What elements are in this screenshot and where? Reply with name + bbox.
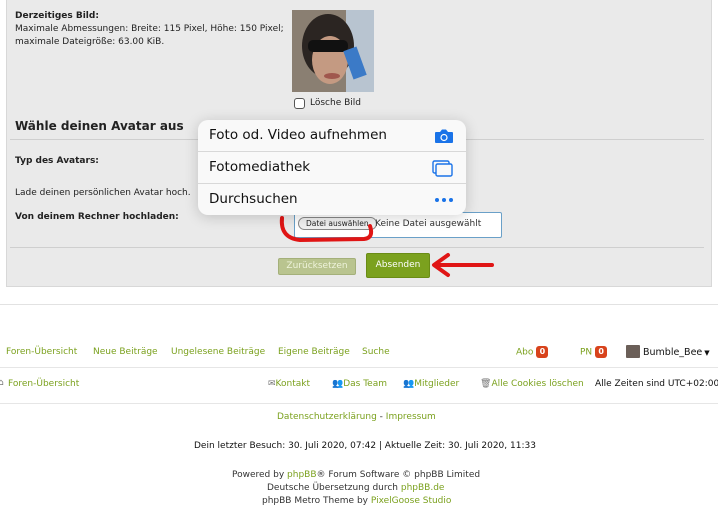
popup-item-browse[interactable]: Durchsuchen bbox=[198, 184, 466, 215]
nav-private-messages[interactable]: PN 0 bbox=[580, 346, 608, 358]
privacy-link[interactable]: Datenschutzerklärung bbox=[277, 412, 377, 422]
subnav-members[interactable]: 👥Mitglieder bbox=[403, 379, 459, 389]
nav-own-posts[interactable]: Eigene Beiträge bbox=[278, 347, 350, 357]
nav-forum-index[interactable]: Foren-Übersicht bbox=[6, 347, 77, 357]
file-input[interactable]: Datei auswählen Keine Datei ausgewählt bbox=[294, 212, 502, 238]
delete-cookies-label: Alle Cookies löschen bbox=[491, 379, 584, 389]
theme-line: phpBB Metro Theme by PixelGoose Studio bbox=[262, 496, 451, 506]
popup-item-label: Durchsuchen bbox=[209, 191, 298, 207]
username-label: Bumble_Bee bbox=[643, 347, 703, 358]
nav-unread-posts[interactable]: Ungelesene Beiträge bbox=[171, 347, 265, 357]
subnav-team[interactable]: 👥Das Team bbox=[332, 379, 387, 389]
imprint-link[interactable]: Impressum bbox=[386, 412, 436, 422]
camera-icon bbox=[435, 129, 453, 143]
timezone-text: Alle Zeiten sind UTC+02:00 bbox=[595, 379, 718, 389]
reset-button[interactable]: Zurücksetzen bbox=[278, 258, 356, 275]
pixelgoose-link[interactable]: PixelGoose Studio bbox=[371, 496, 452, 506]
translation-line: Deutsche Übersetzung durch phpBB.de bbox=[267, 483, 444, 493]
no-file-selected-text: Keine Datei ausgewählt bbox=[375, 219, 482, 229]
powered-by-line: Powered by phpBB® Forum Software © phpBB… bbox=[232, 470, 480, 480]
team-label: Das Team bbox=[343, 379, 388, 389]
footer-top-divider bbox=[0, 304, 718, 305]
subnav-delete-cookies[interactable]: 🗑Alle Cookies löschen bbox=[480, 379, 584, 389]
delete-image-label: Lösche Bild bbox=[310, 98, 361, 108]
avatar-type-label: Typ des Avatars: bbox=[15, 156, 99, 166]
photo-library-icon bbox=[432, 160, 453, 177]
home-icon: ⌂ bbox=[0, 378, 4, 388]
nav-new-posts[interactable]: Neue Beiträge bbox=[93, 347, 158, 357]
envelope-icon: ✉ bbox=[268, 379, 276, 389]
pm-label: PN bbox=[580, 347, 593, 358]
choose-avatar-heading: Wähle deinen Avatar aus bbox=[15, 119, 184, 133]
nav-search[interactable]: Suche bbox=[362, 347, 390, 357]
current-avatar-image bbox=[292, 10, 374, 92]
max-dimensions-text: Maximale Abmessungen: Breite: 115 Pixel,… bbox=[15, 24, 284, 34]
subscriptions-badge: 0 bbox=[536, 346, 549, 358]
legal-separator: - bbox=[376, 412, 386, 422]
nav-subscriptions[interactable]: Abo 0 bbox=[516, 346, 549, 358]
subnav-contact[interactable]: ✉Kontakt bbox=[268, 379, 310, 389]
team-icon: 👥 bbox=[332, 379, 344, 389]
phpbb-de-link[interactable]: phpBB.de bbox=[401, 483, 445, 493]
choose-file-button[interactable]: Datei auswählen bbox=[298, 217, 377, 230]
upload-from-computer-label: Von deinem Rechner hochladen: bbox=[15, 212, 179, 222]
caret-down-icon: ▼ bbox=[704, 349, 710, 357]
subnav-forum-index[interactable]: Foren-Übersicht bbox=[8, 379, 79, 389]
theme-prefix: phpBB Metro Theme by bbox=[262, 496, 371, 506]
visit-time-text: Dein letzter Besuch: 30. Juli 2020, 07:4… bbox=[194, 441, 536, 451]
user-avatar[interactable] bbox=[626, 345, 640, 358]
phpbb-link[interactable]: phpBB bbox=[287, 470, 316, 480]
popup-item-label: Foto od. Video aufnehmen bbox=[209, 127, 387, 143]
more-icon bbox=[435, 198, 453, 202]
max-filesize-text: maximale Dateigröße: 63.00 KiB. bbox=[15, 37, 165, 47]
subnav-divider bbox=[0, 403, 718, 404]
file-source-popup: Foto od. Video aufnehmen Fotomediathek D… bbox=[198, 120, 466, 215]
translation-prefix: Deutsche Übersetzung durch bbox=[267, 483, 401, 493]
subscriptions-label: Abo bbox=[516, 347, 534, 358]
upload-hint-text: Lade deinen persönlichen Avatar hoch. bbox=[15, 188, 191, 198]
legal-links: Datenschutzerklärung - Impressum bbox=[277, 412, 436, 422]
members-icon: 👥 bbox=[403, 379, 415, 389]
pm-badge: 0 bbox=[595, 346, 608, 358]
contact-label: Kontakt bbox=[275, 379, 310, 389]
members-label: Mitglieder bbox=[414, 379, 460, 389]
powered-by-prefix: Powered by bbox=[232, 470, 288, 480]
powered-by-suffix: ® Forum Software © phpBB Limited bbox=[316, 470, 481, 480]
username-menu[interactable]: Bumble_Bee ▼ bbox=[643, 347, 710, 358]
form-divider bbox=[10, 247, 704, 248]
popup-item-label: Fotomediathek bbox=[209, 159, 311, 175]
trash-icon: 🗑 bbox=[480, 379, 492, 389]
delete-image-checkbox[interactable] bbox=[294, 98, 305, 109]
nav-divider bbox=[0, 367, 718, 368]
popup-item-take-photo[interactable]: Foto od. Video aufnehmen bbox=[198, 120, 466, 152]
current-image-label: Derzeitiges Bild: bbox=[15, 11, 99, 21]
popup-item-photo-library[interactable]: Fotomediathek bbox=[198, 152, 466, 184]
submit-button[interactable]: Absenden bbox=[366, 253, 430, 278]
